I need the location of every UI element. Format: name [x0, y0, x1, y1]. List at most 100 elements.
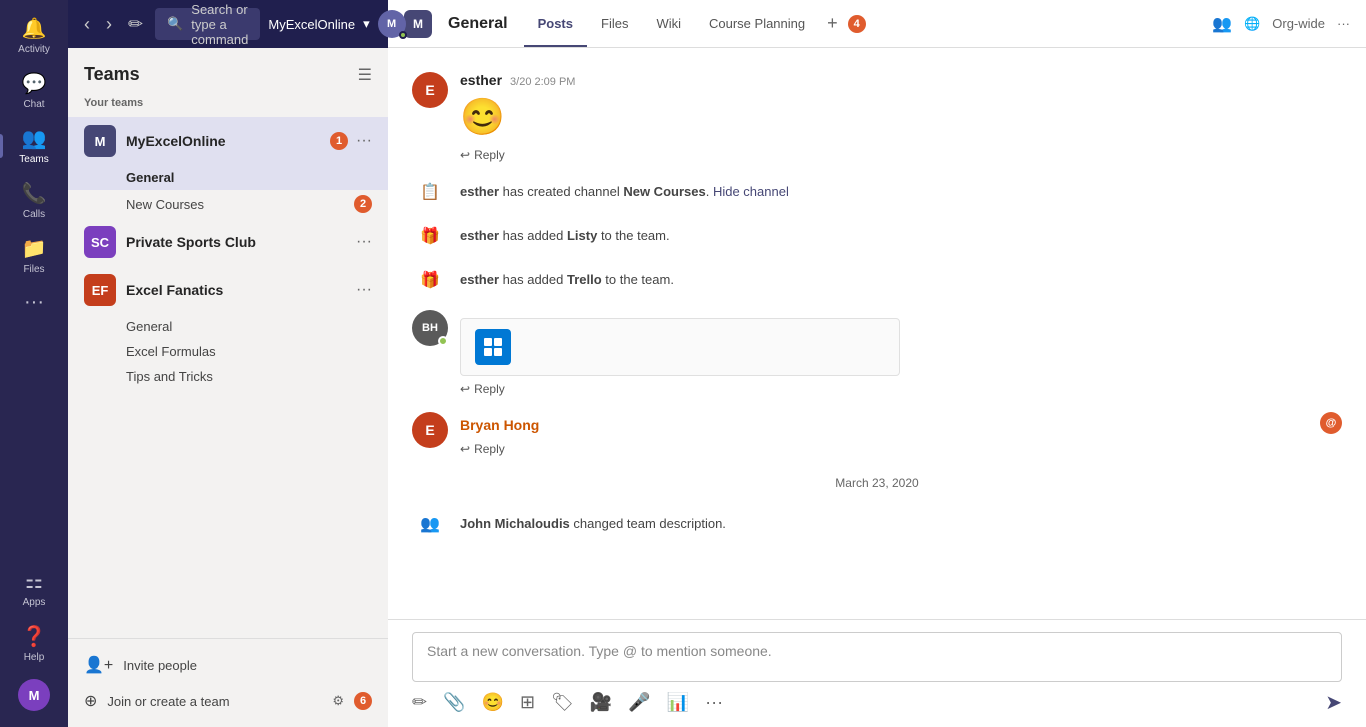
date-divider: March 23, 2020 [388, 464, 1366, 502]
system-text-listy: esther has added Listy to the team. [460, 218, 670, 247]
settings-button[interactable]: ⚙ [332, 693, 344, 709]
tab-course-planning[interactable]: Course Planning [695, 2, 819, 47]
user-name-label: MyExcelOnline [268, 17, 355, 32]
tab-wiki[interactable]: Wiki [642, 2, 695, 47]
team-item-private-sports-club[interactable]: SC Private Sports Club ··· [68, 218, 388, 266]
channel-item-general[interactable]: General [68, 165, 388, 190]
tab-posts[interactable]: Posts [524, 2, 587, 47]
nav-forward-button[interactable]: › [102, 14, 116, 35]
org-wide-label: Org-wide [1272, 16, 1325, 31]
invite-people-button[interactable]: 👤+ Invite people [68, 647, 388, 683]
giphy-icon[interactable]: ⊞ [520, 692, 535, 713]
calls-icon: 📞 [22, 181, 47, 206]
reply-button-bryan[interactable]: ↩ Reply [460, 382, 1342, 396]
reply-button-esther2[interactable]: ↩ Reply [460, 442, 1342, 456]
team-item-excel-fanatics[interactable]: EF Excel Fanatics ··· [68, 266, 388, 314]
channel-tabs: Posts Files Wiki Course Planning + 4 [524, 2, 866, 46]
reply-button[interactable]: ↩ Reply [460, 148, 1342, 162]
nav-item-apps[interactable]: ⚏ Apps [0, 561, 68, 616]
system-text: esther has created channel New Courses. … [460, 174, 789, 203]
message-body-esther2: Bryan Hong [460, 416, 1342, 436]
system-message-listy: 🎁 esther has added Listy to the team. [388, 214, 1366, 258]
channel-item-new-courses[interactable]: New Courses 2 [68, 190, 388, 218]
invite-people-label: Invite people [123, 658, 197, 673]
add-tab-button[interactable]: + [819, 13, 846, 34]
sidebar: ‹ › ✏ 🔍 Search or type a command MyExcel… [68, 0, 388, 727]
team-name-myexcelonline: MyExcelOnline [126, 133, 330, 149]
system-message-description: 👥 John Michaloudis changed team descript… [388, 502, 1366, 546]
sidebar-footer: 👤+ Invite people ⊕ Join or create a team… [68, 638, 388, 727]
org-wide-icon: 🌐 [1244, 16, 1260, 32]
compose-area: Start a new conversation. Type @ to ment… [388, 619, 1366, 727]
nav-item-activity[interactable]: 🔔 Activity [0, 8, 68, 63]
user-area[interactable]: MyExcelOnline ▾ M [268, 10, 405, 38]
team-more-excel-fanatics[interactable]: ··· [356, 281, 372, 299]
course-planning-card-icon [475, 329, 511, 365]
team-item-myexcelonline[interactable]: M MyExcelOnline 1 ··· [68, 117, 388, 165]
nav-item-files[interactable]: 📁 Files [0, 228, 68, 283]
nav-item-calls[interactable]: 📞 Calls [0, 173, 68, 228]
join-create-team-label: Join or create a team [107, 694, 229, 709]
nav-item-chat[interactable]: 💬 Chat [0, 63, 68, 118]
avatar-bryan: BH [412, 310, 448, 346]
message-content-bryan: ↩ Reply [460, 310, 1342, 396]
message-block: E esther 3/20 2:09 PM 😊 ↩ Reply [388, 64, 1366, 170]
audio-call-icon[interactable]: 🎤 [628, 692, 650, 713]
channel-item-excel-formulas[interactable]: Excel Formulas [68, 339, 388, 364]
channel-name: General [448, 15, 508, 33]
attach-icon[interactable]: 📎 [443, 692, 465, 713]
teams-icon: 👥 [22, 126, 47, 151]
message-body: 😊 [460, 92, 1342, 142]
more-compose-options[interactable]: ··· [705, 692, 723, 713]
members-icon[interactable]: 👥 [1212, 14, 1232, 34]
system-icon-description: 👥 [412, 506, 448, 542]
sticker-icon[interactable]: 🏷 [551, 692, 574, 713]
format-icon[interactable]: ✏ [412, 692, 427, 713]
join-create-team-button[interactable]: ⊕ Join or create a team ⚙ 6 [68, 683, 388, 719]
hide-channel-link[interactable]: Hide channel [713, 184, 789, 199]
activity-icon: 🔔 [22, 16, 47, 41]
meet-now-icon[interactable]: 🎥 [590, 692, 612, 713]
system-message: 📋 esther has created channel New Courses… [388, 170, 1366, 214]
emoji-icon[interactable]: 😊 [482, 692, 504, 713]
title-bar: ‹ › ✏ 🔍 Search or type a command MyExcel… [68, 0, 388, 48]
filter-button[interactable]: ☰ [358, 65, 372, 85]
message-header: esther 3/20 2:09 PM [460, 72, 1342, 88]
channel-header-right: 👥 🌐 Org-wide ··· [1212, 14, 1350, 34]
course-planning-card[interactable] [460, 318, 900, 376]
team-name-excel-fanatics: Excel Fanatics [126, 282, 356, 298]
system-icon-trello: 🎁 [412, 262, 448, 298]
badge-6: 6 [354, 692, 372, 710]
message-block-bryan: BH [388, 302, 1366, 404]
reply-arrow-icon: ↩ [460, 382, 470, 396]
message-content: esther 3/20 2:09 PM 😊 ↩ Reply [460, 72, 1342, 162]
chat-icon: 💬 [22, 71, 47, 96]
team-more-myexcelonline[interactable]: ··· [356, 132, 372, 150]
search-bar[interactable]: 🔍 Search or type a command [155, 8, 260, 40]
channel-more-button[interactable]: ··· [1337, 16, 1350, 31]
your-teams-label: Your teams [68, 93, 388, 117]
nav-item-more[interactable]: ··· [0, 283, 68, 322]
nav-back-button[interactable]: ‹ [80, 14, 94, 35]
schedule-meeting-icon[interactable]: 📊 [667, 692, 689, 713]
nav-avatar-letter: M [29, 688, 40, 703]
compose-toolbar: ✏ 📎 😊 ⊞ 🏷 🎥 🎤 📊 ··· ➤ [412, 682, 1342, 715]
compose-input[interactable]: Start a new conversation. Type @ to ment… [412, 632, 1342, 682]
chevron-down-icon: ▾ [363, 16, 370, 32]
team-more-private-sports-club[interactable]: ··· [356, 233, 372, 251]
online-status-dot [399, 31, 407, 39]
tab-files[interactable]: Files [587, 2, 642, 47]
compose-icon[interactable]: ✏ [124, 14, 147, 35]
send-button[interactable]: ➤ [1325, 690, 1342, 715]
system-message-trello: 🎁 esther has added Trello to the team. [388, 258, 1366, 302]
nav-item-teams[interactable]: 👥 Teams [0, 118, 68, 173]
nav-item-avatar[interactable]: M [0, 671, 68, 719]
nav-item-help[interactable]: ❓ Help [0, 616, 68, 671]
reply-arrow-icon: ↩ [460, 148, 470, 162]
channel-item-tips-and-tricks[interactable]: Tips and Tricks [68, 364, 388, 389]
channel-item-general-ef[interactable]: General [68, 314, 388, 339]
sidebar-title: Teams [84, 64, 140, 85]
avatar[interactable]: M [378, 10, 406, 38]
more-icon: ··· [24, 291, 44, 314]
team-avatar-myexcelonline: M [84, 125, 116, 157]
